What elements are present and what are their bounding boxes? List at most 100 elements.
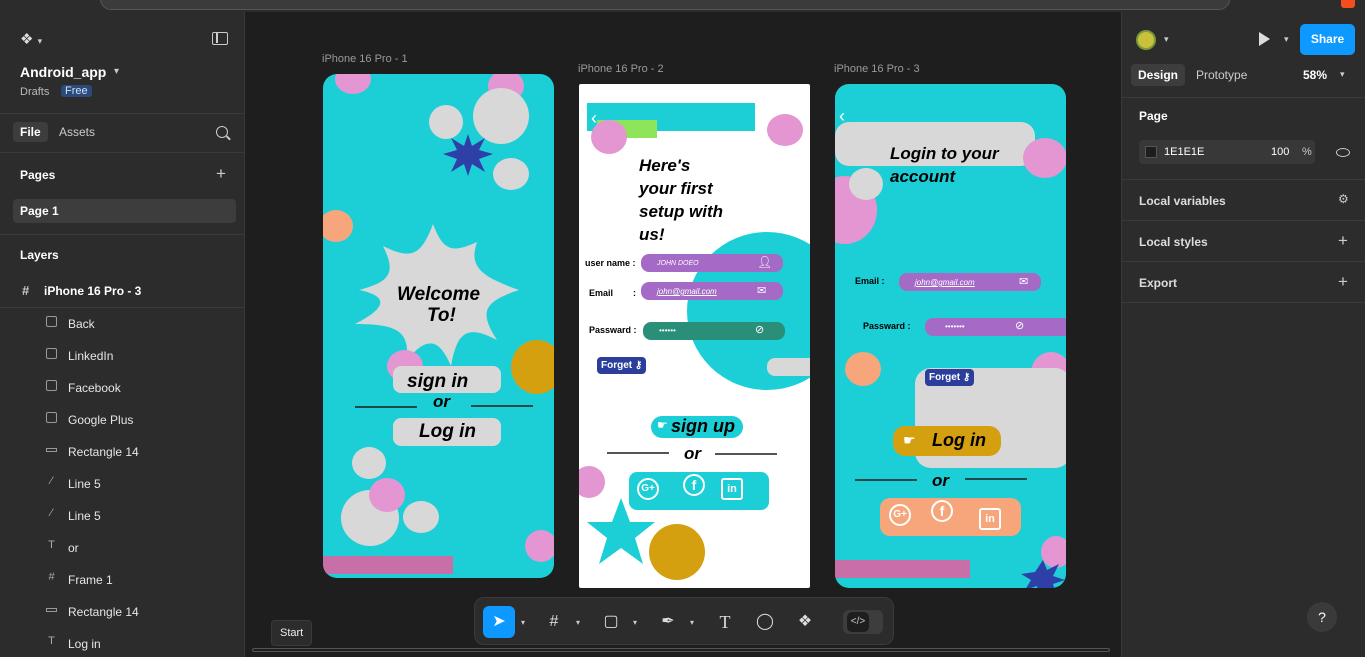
divider [0, 113, 245, 114]
linkedin-icon[interactable]: in [721, 478, 743, 500]
layer-item[interactable]: T Log in [0, 629, 245, 657]
frame-tool-icon[interactable]: # [538, 606, 570, 638]
add-export-icon[interactable]: + [1338, 273, 1348, 290]
dev-mode-icon: </> [847, 612, 869, 632]
frame-label[interactable]: iPhone 16 Pro - 1 [322, 53, 408, 65]
layer-item[interactable]: ⁄ Line 5 [0, 501, 245, 529]
layer-item[interactable]: # Frame 1 [0, 565, 245, 593]
google-plus-icon[interactable]: G+ [889, 504, 911, 526]
text-tool-icon[interactable]: T [709, 606, 741, 638]
local-variables-row[interactable]: Local variables [1139, 194, 1226, 208]
eye-off-icon[interactable]: ⊘ [1015, 319, 1024, 332]
key-icon: ⚷ [634, 360, 643, 371]
star-shape [441, 132, 495, 178]
tab-prototype[interactable]: Prototype [1196, 68, 1247, 82]
chevron-down-icon[interactable]: ▾ [1340, 69, 1345, 80]
chevron-down-icon[interactable]: ▾ [114, 66, 119, 77]
divider [1122, 220, 1365, 221]
chevron-down-icon[interactable]: ▾ [1284, 34, 1289, 45]
components-icon[interactable]: ❖ [789, 606, 821, 638]
frame-label[interactable]: iPhone 16 Pro - 2 [578, 63, 664, 75]
layer-item[interactable]: Facebook [0, 373, 245, 401]
canvas[interactable]: iPhone 16 Pro - 1 Welcome To! sign in or… [245, 12, 1121, 657]
eye-icon[interactable] [1336, 148, 1350, 157]
color-opacity[interactable]: 100 [1271, 146, 1289, 158]
chevron-down-icon[interactable]: ▾ [576, 618, 580, 627]
comment-tool-icon[interactable]: ◯ [749, 606, 781, 638]
zoom-level[interactable]: 58% [1303, 68, 1327, 82]
canvas-scrollbar[interactable] [252, 648, 1110, 652]
chevron-down-icon: ▾ [37, 36, 43, 46]
layer-label: Line 5 [68, 477, 101, 491]
key-icon: ⚷ [962, 372, 971, 383]
color-swatch[interactable] [1145, 146, 1157, 158]
search-icon[interactable] [216, 126, 228, 138]
welcome-to-text: To! [427, 305, 456, 326]
frame-iphone-2[interactable]: ‹ Here's your first setup with us! user … [579, 84, 810, 588]
layer-label: Facebook [68, 381, 121, 395]
layer-item[interactable]: LinkedIn [0, 341, 245, 369]
bottom-toolbar: ➤ ▾ # ▾ ▢ ▾ ✒ ▾ T ◯ ❖ </> [474, 597, 894, 645]
layer-item[interactable]: Tor [0, 533, 245, 561]
facebook-icon[interactable]: f [683, 474, 705, 496]
page-item[interactable]: Page 1 [13, 199, 236, 223]
bottom-bar [323, 556, 453, 574]
layer-frame-iphone-3[interactable]: # iPhone 16 Pro - 3 [0, 280, 245, 304]
chevron-down-icon[interactable]: ▾ [521, 618, 525, 627]
pen-tool-icon[interactable]: ✒ [652, 606, 684, 638]
frame-label[interactable]: iPhone 16 Pro - 3 [834, 63, 920, 75]
local-styles-row[interactable]: Local styles [1139, 235, 1208, 249]
url-bar[interactable] [100, 0, 1230, 10]
chevron-down-icon[interactable]: ▾ [1164, 34, 1169, 45]
tab-file[interactable]: File [13, 122, 48, 142]
chevron-down-icon[interactable]: ▾ [690, 618, 694, 627]
pages-title: Pages [20, 168, 56, 182]
variables-icon[interactable]: ⚙ [1338, 192, 1349, 206]
present-play-icon[interactable] [1259, 32, 1270, 46]
background-color-field[interactable]: 1E1E1E 100 [1139, 140, 1315, 164]
forget-button[interactable]: Forget ⚷ [597, 357, 647, 374]
add-page-icon[interactable]: + [216, 165, 226, 182]
drafts-label[interactable]: Drafts [20, 86, 49, 98]
text-icon: T [48, 539, 55, 551]
tab-design[interactable]: Design [1131, 64, 1186, 86]
decor-circle [649, 524, 705, 580]
decor-circle [591, 120, 627, 154]
divider [1122, 97, 1365, 98]
forget-button[interactable]: Forget ⚷ [925, 369, 975, 386]
left-panel: ❖ ▾ Android_app ▾ Drafts Free File Asset… [0, 12, 245, 657]
move-tool-icon[interactable]: ➤ [483, 606, 515, 638]
linkedin-icon[interactable]: in [979, 508, 1001, 530]
rectangle-tool-icon[interactable]: ▢ [595, 606, 627, 638]
help-button[interactable]: ? [1307, 602, 1337, 632]
password-value: •••••• [659, 326, 676, 335]
eye-off-icon[interactable]: ⊘ [755, 323, 764, 336]
layer-item[interactable]: Rectangle 14 [0, 437, 245, 465]
layer-label: or [68, 541, 79, 555]
layer-item[interactable]: ⁄ Line 5 [0, 469, 245, 497]
panel-toggle-icon[interactable] [212, 32, 228, 45]
start-tooltip: Start [271, 620, 313, 646]
export-row[interactable]: Export [1139, 276, 1177, 290]
frame-iphone-3[interactable]: ‹ Login to your account Email : john@gma… [835, 84, 1066, 588]
avatar[interactable] [1136, 30, 1156, 50]
star-shape [1021, 558, 1065, 588]
divider [1122, 179, 1365, 180]
dev-mode-toggle[interactable]: </> [843, 610, 883, 634]
project-name[interactable]: Android_app [20, 64, 106, 80]
frame-iphone-1[interactable]: Welcome To! sign in or Log in [323, 74, 554, 578]
layer-label: Log in [68, 637, 101, 651]
color-hex[interactable]: 1E1E1E [1164, 146, 1204, 158]
tab-assets[interactable]: Assets [59, 125, 95, 139]
plan-badge: Free [61, 85, 92, 97]
add-style-icon[interactable]: + [1338, 232, 1348, 249]
user-icon: 👤︎ [757, 255, 773, 269]
chevron-down-icon[interactable]: ▾ [633, 618, 637, 627]
share-button[interactable]: Share [1300, 24, 1355, 55]
layer-item[interactable]: Google Plus [0, 405, 245, 433]
facebook-icon[interactable]: f [931, 500, 953, 522]
layer-item[interactable]: Rectangle 14 [0, 597, 245, 625]
decor-circle [767, 114, 803, 146]
figma-menu-button[interactable]: ❖ ▾ [20, 30, 42, 48]
layer-item[interactable]: Back [0, 309, 245, 337]
